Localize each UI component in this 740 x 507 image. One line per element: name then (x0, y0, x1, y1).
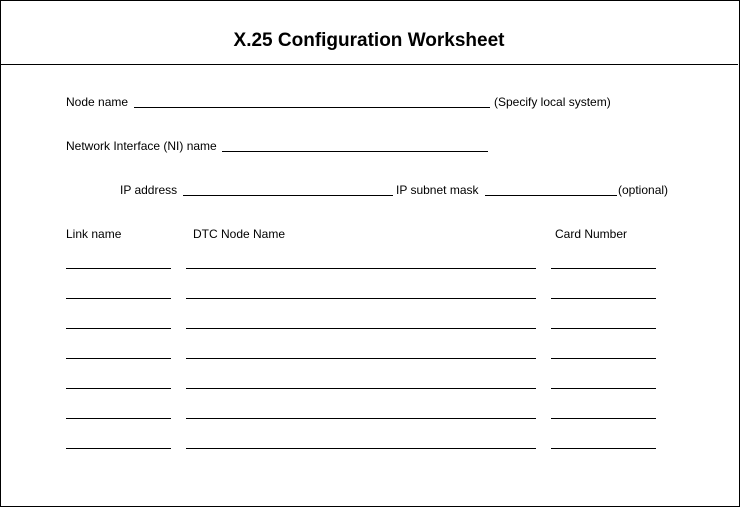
ni-name-field[interactable] (222, 151, 488, 152)
ip-address-label: IP address (120, 183, 178, 197)
link-name-field[interactable] (66, 328, 171, 329)
page-title: X.25 Configuration Worksheet (233, 30, 505, 51)
dtc-node-name-field[interactable] (186, 358, 536, 359)
dtc-node-name-field[interactable] (186, 298, 536, 299)
link-name-field[interactable] (66, 268, 171, 269)
dtc-node-name-field[interactable] (186, 418, 536, 419)
ip-address-field[interactable] (183, 195, 393, 196)
dtc-node-name-field[interactable] (186, 388, 536, 389)
link-name-field[interactable] (66, 298, 171, 299)
node-name-field[interactable] (134, 107, 490, 108)
column-header-dtc-node-name: DTC Node Name (193, 227, 286, 241)
card-number-field[interactable] (551, 358, 656, 359)
link-name-field[interactable] (66, 358, 171, 359)
column-header-card-number: Card Number (555, 227, 628, 241)
node-name-label: Node name (66, 95, 129, 109)
node-name-note: (Specify local system) (494, 95, 611, 109)
link-name-field[interactable] (66, 388, 171, 389)
card-number-field[interactable] (551, 418, 656, 419)
worksheet-header: X.25 Configuration Worksheet (0, 0, 738, 65)
card-number-field[interactable] (551, 448, 656, 449)
card-number-field[interactable] (551, 268, 656, 269)
ip-subnet-mask-label: IP subnet mask (396, 183, 479, 197)
ni-name-label: Network Interface (NI) name (66, 139, 217, 153)
column-header-link-name: Link name (66, 227, 122, 241)
card-number-field[interactable] (551, 298, 656, 299)
dtc-node-name-field[interactable] (186, 328, 536, 329)
link-name-field[interactable] (66, 448, 171, 449)
card-number-field[interactable] (551, 328, 656, 329)
worksheet-frame (0, 0, 740, 507)
link-name-field[interactable] (66, 418, 171, 419)
card-number-field[interactable] (551, 388, 656, 389)
ip-subnet-mask-field[interactable] (485, 195, 617, 196)
ip-subnet-mask-note: (optional) (618, 183, 669, 197)
dtc-node-name-field[interactable] (186, 448, 536, 449)
dtc-node-name-field[interactable] (186, 268, 536, 269)
